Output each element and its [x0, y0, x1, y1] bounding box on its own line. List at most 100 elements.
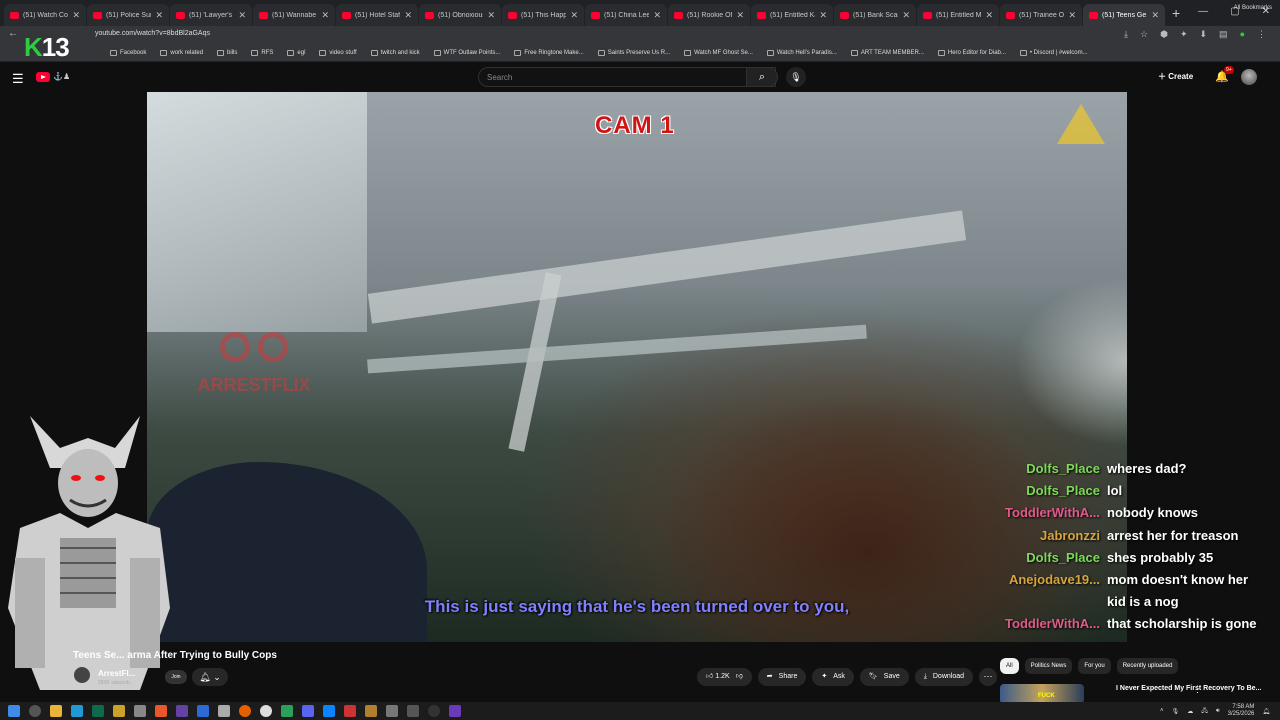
bookmark-item[interactable]: Facebook	[110, 49, 146, 56]
app-icon[interactable]	[134, 705, 146, 717]
browser-tab[interactable]: (51) Wannabe Gr✕	[253, 4, 336, 26]
close-tab-icon[interactable]: ✕	[902, 10, 910, 21]
browser-tab[interactable]: (51) Teens Ge ✕	[1083, 4, 1166, 26]
bookmark-item[interactable]: Saints Preserve Us R...	[597, 49, 670, 56]
close-tab-icon[interactable]: ✕	[238, 10, 246, 21]
browser-tab[interactable]: (51) Watch Cop C✕	[4, 4, 87, 26]
back-icon[interactable]: ←	[8, 28, 18, 39]
new-tab-icon[interactable]: +	[1172, 5, 1180, 21]
app-icon[interactable]	[365, 705, 377, 717]
app-icon[interactable]	[323, 705, 335, 717]
bookmark-item[interactable]: RFS	[251, 49, 273, 56]
mic-tray-icon[interactable]: 🎙︎	[1172, 708, 1180, 715]
clock[interactable]: 7:58 AM 3/25/2026	[1228, 704, 1255, 718]
youtube-logo-icon[interactable]	[36, 72, 50, 82]
browser-tab[interactable]: (51) 'Lawyer's Wil✕	[170, 4, 253, 26]
bookmark-item[interactable]: • Discord | #welcom...	[1019, 49, 1088, 56]
close-tab-icon[interactable]: ✕	[321, 10, 329, 21]
search-input[interactable]: Search	[478, 67, 776, 87]
app-icon[interactable]	[407, 705, 419, 717]
chrome-icon[interactable]	[260, 705, 272, 717]
recommended-video[interactable]: FUCK I Never Expected My First Recovery …	[1000, 684, 1280, 704]
bookmark-item[interactable]: ART TEAM MEMBER...	[850, 49, 924, 56]
windows-start-icon[interactable]	[8, 705, 20, 717]
app-icon[interactable]	[155, 705, 167, 717]
bookmark-star-icon[interactable]: ☆	[1140, 29, 1148, 40]
bookmark-item[interactable]: bills	[217, 49, 237, 56]
browser-tab[interactable]: (51) Entitled Man✕	[917, 4, 1000, 26]
edge-icon[interactable]	[71, 705, 83, 717]
like-button[interactable]: 👍︎ 1.2K	[706, 668, 730, 686]
browser-tab[interactable]: (51) Bank Scamm✕	[834, 4, 917, 26]
app-icon[interactable]	[344, 705, 356, 717]
app-icon[interactable]	[218, 705, 230, 717]
more-actions-button[interactable]: ⋯	[979, 668, 998, 686]
close-tab-icon[interactable]: ✕	[404, 10, 412, 21]
app-icon[interactable]	[449, 705, 461, 717]
menu-icon[interactable]: ⋮	[1257, 29, 1266, 40]
extensions-puzzle-icon[interactable]: ✦	[1180, 29, 1188, 40]
app-icon[interactable]	[197, 705, 209, 717]
download-button[interactable]: ⤓ Download	[914, 668, 974, 686]
app-icon[interactable]	[113, 705, 125, 717]
hamburger-menu-icon[interactable]: ☰	[12, 71, 24, 87]
sidepanel-icon[interactable]: ▤	[1219, 29, 1228, 40]
volume-icon[interactable]: 🔊︎	[1216, 708, 1220, 715]
browser-tab[interactable]: (51) Hotel Staff S✕	[336, 4, 419, 26]
bookmark-item[interactable]: Free Ringtone Make...	[514, 49, 584, 56]
filter-chip[interactable]: All	[1000, 658, 1019, 674]
dislike-button[interactable]: 👎︎	[736, 668, 743, 686]
recommended-thumbnail[interactable]: FUCK	[1000, 684, 1084, 704]
browser-tab[interactable]: (51) This Happen✕	[502, 4, 585, 26]
firefox-icon[interactable]	[239, 705, 251, 717]
bookmark-item[interactable]: Watch MF Ghost Se...	[684, 49, 753, 56]
browser-tab[interactable]: (51) Police Surpri✕	[87, 4, 170, 26]
browser-tab[interactable]: (51) China Lee Bl✕	[585, 4, 668, 26]
tray-arrow-icon[interactable]: ˄	[1160, 708, 1164, 714]
search-button[interactable]: ⌕	[746, 67, 778, 87]
ask-button[interactable]: ✦ Ask	[812, 668, 854, 686]
install-icon[interactable]: ⤓	[1124, 29, 1128, 40]
onedrive-icon[interactable]: ☁	[1187, 708, 1193, 715]
browser-tab[interactable]: (51) Rookie Offic✕	[668, 4, 751, 26]
close-tab-icon[interactable]: ✕	[487, 10, 495, 21]
close-tab-icon[interactable]: ✕	[570, 10, 578, 21]
bookmark-item[interactable]: twitch and kick	[370, 49, 420, 56]
downloads-icon[interactable]: ⬇	[1200, 29, 1208, 40]
share-button[interactable]: ➦ Share	[757, 668, 807, 686]
close-tab-icon[interactable]: ✕	[736, 10, 744, 21]
account-avatar[interactable]	[1241, 69, 1257, 85]
bookmark-item[interactable]: egl	[287, 49, 305, 56]
save-button[interactable]: 🔖︎ Save	[859, 668, 909, 686]
close-tab-icon[interactable]: ✕	[1068, 10, 1076, 21]
filter-chip[interactable]: Politics News	[1024, 658, 1073, 674]
recommended-title[interactable]: I Never Expected My First Recovery To Be…	[1116, 685, 1261, 692]
filter-chip[interactable]: Recently uploaded	[1116, 658, 1179, 674]
profile-icon[interactable]: ●	[1240, 29, 1245, 40]
obs-icon[interactable]	[428, 705, 440, 717]
network-icon[interactable]: 🖧	[1201, 706, 1208, 716]
channel-avatar[interactable]	[74, 667, 90, 683]
join-button[interactable]: Join	[165, 670, 187, 684]
recommended-menu-icon[interactable]: ⋮	[1193, 684, 1202, 695]
bookmark-item[interactable]: video stuff	[319, 49, 357, 56]
bookmark-item[interactable]: WTF Outlaw Points...	[433, 49, 500, 56]
settings-icon[interactable]	[386, 705, 398, 717]
browser-tab[interactable]: (51) Trainee Offic✕	[1000, 4, 1083, 26]
close-tab-icon[interactable]: ✕	[653, 10, 661, 21]
voice-search-button[interactable]: 🎙	[786, 67, 806, 87]
app-icon[interactable]	[92, 705, 104, 717]
filter-chip[interactable]: For you	[1078, 658, 1111, 674]
create-button[interactable]: ＋ Create	[1158, 71, 1193, 82]
subscribed-bell-button[interactable]: 🔔︎ ⌄	[192, 668, 228, 686]
file-explorer-icon[interactable]	[50, 705, 62, 717]
notifications-tray-icon[interactable]: 🔔︎	[1262, 708, 1270, 715]
app-icon[interactable]	[281, 705, 293, 717]
extension-icon[interactable]: ⬢	[1160, 29, 1168, 40]
bookmark-item[interactable]: Hero Editor for Diab...	[937, 49, 1006, 56]
browser-tab[interactable]: (51) Entitled Kare✕	[751, 4, 834, 26]
search-taskbar-icon[interactable]	[29, 705, 41, 717]
video-player[interactable]: CAM 1 ARRESTFLIX This is just saying tha…	[147, 92, 1127, 642]
close-tab-icon[interactable]: ✕	[819, 10, 827, 21]
channel-name[interactable]: ArrestFl...	[98, 669, 135, 678]
